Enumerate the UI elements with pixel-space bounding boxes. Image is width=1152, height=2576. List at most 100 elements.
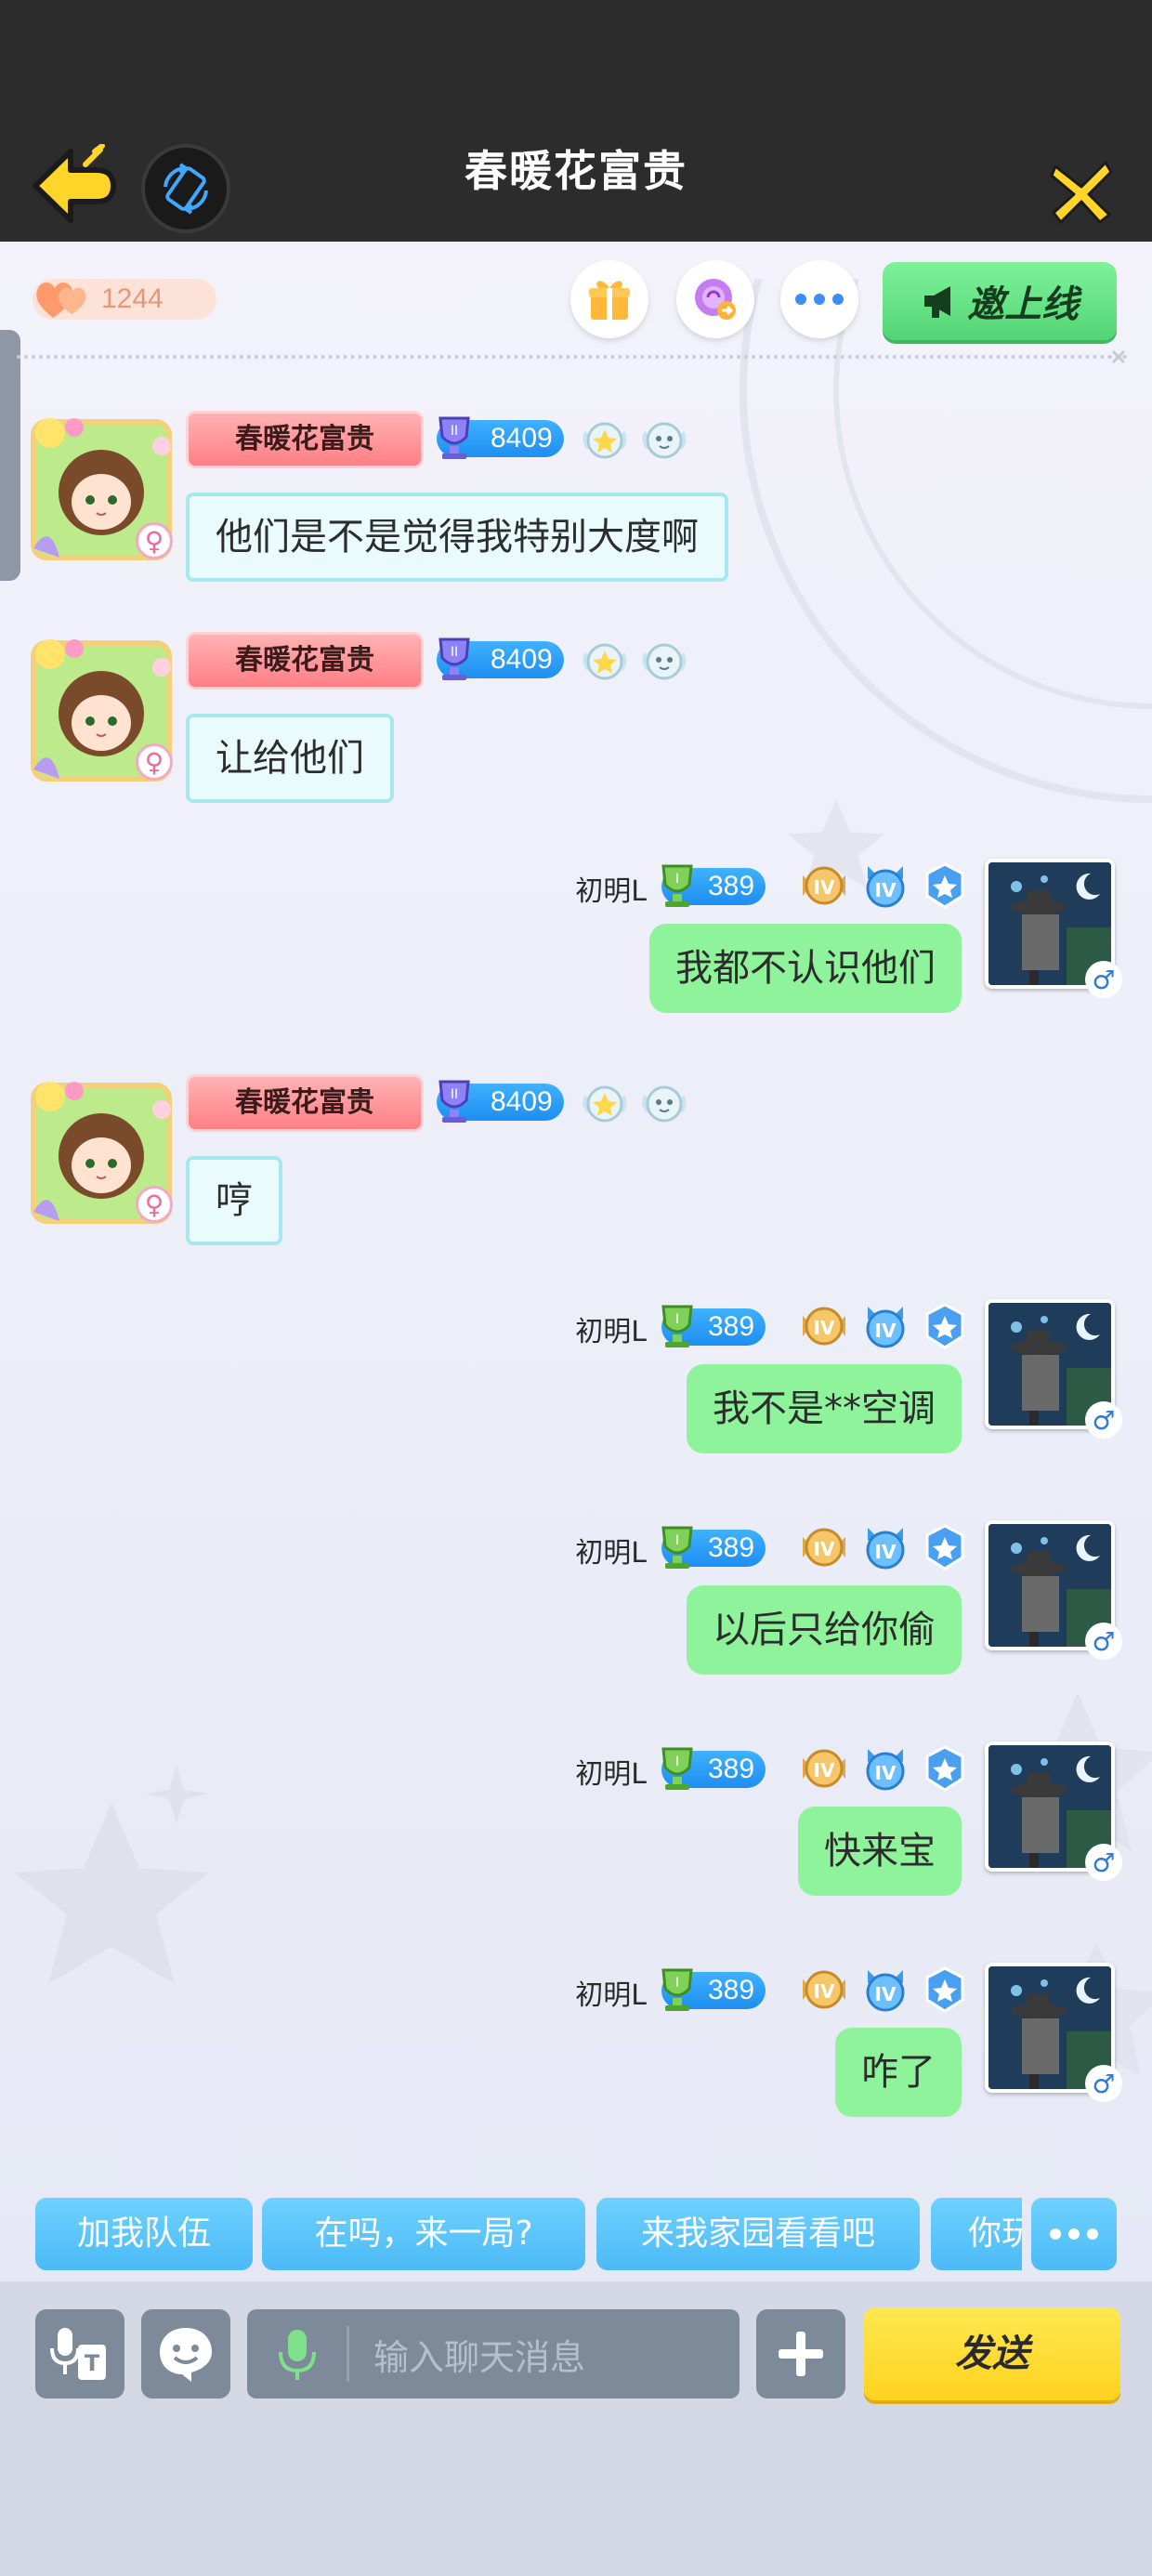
quick-reply-chip[interactable]: 加我队伍 xyxy=(35,2198,253,2270)
chat-area[interactable]: 1244 邀上线 ♀ 春暖花富贵 8409 II 他们是不是觉得我特别大度啊 ♀… xyxy=(0,242,1152,2281)
message-item: ♀ 春暖花富贵 II 8409 II 他们是不是觉得我特别大度啊 xyxy=(0,409,1152,595)
female-gender-badge: ♀ xyxy=(136,1186,173,1223)
trophy-icon: II xyxy=(429,634,479,684)
message-bubble[interactable]: 我不是**空调 xyxy=(687,1364,962,1453)
microphone-icon xyxy=(278,2330,316,2380)
svg-text:II: II xyxy=(451,424,458,439)
quick-reply-chip[interactable]: 你玩 xyxy=(931,2198,1022,2270)
trophy-icon: I xyxy=(652,1301,702,1351)
svg-text:IV: IV xyxy=(875,1983,897,2005)
svg-text:II: II xyxy=(451,1087,458,1102)
trophy-icon: II xyxy=(429,413,479,463)
sender-nameplate[interactable]: 春暖花富贵 xyxy=(186,632,424,690)
emoji-button[interactable] xyxy=(141,2309,230,2399)
message-bubble[interactable]: 咋了 xyxy=(835,2028,962,2117)
chat-message-input[interactable]: 输入聊天消息 xyxy=(247,2309,740,2399)
pet-badge-icon xyxy=(637,413,691,467)
close-icon xyxy=(1050,161,1113,224)
background-arcs-decoration xyxy=(740,279,1152,888)
guild-badge-icon xyxy=(918,1741,972,1795)
avatar[interactable]: ♀ xyxy=(22,630,180,788)
achievement-badge-icon xyxy=(578,1076,632,1130)
svg-text:T: T xyxy=(85,2350,100,2376)
more-quick-replies-button[interactable] xyxy=(1031,2198,1117,2270)
achievement-badge-icon xyxy=(578,413,632,467)
gift-icon xyxy=(589,281,630,320)
close-button[interactable] xyxy=(1044,153,1119,228)
quick-reply-chip[interactable]: 来我家园看看吧 xyxy=(596,2198,920,2270)
trophy-icon: I xyxy=(652,1743,702,1794)
message-bubble[interactable]: 快来宝 xyxy=(798,1807,962,1896)
svg-text:IV: IV xyxy=(814,1317,835,1339)
magic-orb-icon xyxy=(695,279,736,320)
rank-badge-blue-icon: IV xyxy=(858,1299,912,1353)
trophy-icon: II xyxy=(429,1076,479,1126)
megaphone-icon xyxy=(924,286,950,318)
sender-name[interactable]: 初明L xyxy=(520,1751,647,1792)
male-gender-badge: ♂ xyxy=(1085,961,1122,998)
message-item: 初明L 389 I IV IV 以后只给你偷 ♂ xyxy=(0,1520,1152,1706)
male-gender-badge: ♂ xyxy=(1085,1844,1122,1881)
ellipsis-icon xyxy=(795,294,844,305)
trophy-icon: I xyxy=(652,861,702,911)
voice-input-button[interactable] xyxy=(247,2326,349,2382)
male-gender-badge: ♂ xyxy=(1085,2065,1122,2102)
pet-badge-icon xyxy=(637,1076,691,1130)
message-bubble[interactable]: 他们是不是觉得我特别大度啊 xyxy=(186,493,728,582)
send-button[interactable]: 发送 xyxy=(864,2307,1120,2400)
svg-text:I: I xyxy=(675,1976,679,1991)
quick-reply-bar[interactable]: 加我队伍 在吗，来一局? 来我家园看看吧 你玩 xyxy=(35,2198,1022,2270)
svg-text:IV: IV xyxy=(814,1980,835,2003)
sender-name[interactable]: 初明L xyxy=(520,868,647,909)
sender-name[interactable]: 初明L xyxy=(520,1308,647,1349)
message-bubble[interactable]: 我都不认识他们 xyxy=(649,924,962,1013)
add-attachment-button[interactable] xyxy=(756,2309,845,2399)
guild-badge-icon xyxy=(918,1299,972,1353)
male-gender-badge: ♂ xyxy=(1085,1623,1122,1660)
svg-text:IV: IV xyxy=(875,879,897,901)
sender-name[interactable]: 初明L xyxy=(520,1530,647,1571)
guild-badge-icon xyxy=(918,859,972,913)
avatar[interactable]: ♀ xyxy=(22,1072,180,1230)
rank-badge-gold-icon: IV xyxy=(797,1741,851,1795)
rank-badge-gold-icon: IV xyxy=(797,1299,851,1353)
svg-text:I: I xyxy=(675,1755,679,1769)
more-options-button[interactable] xyxy=(780,260,858,338)
hearts-counter: 1244 xyxy=(33,279,216,320)
rank-badge-blue-icon: IV xyxy=(858,859,912,913)
sender-nameplate[interactable]: 春暖花富贵 xyxy=(186,411,424,468)
sender-name[interactable]: 初明L xyxy=(520,1972,647,2013)
theme-switch-button[interactable] xyxy=(676,260,754,338)
pet-badge-icon xyxy=(637,634,691,688)
svg-text:IV: IV xyxy=(814,1759,835,1781)
plus-icon xyxy=(779,2332,823,2376)
input-placeholder: 输入聊天消息 xyxy=(373,2336,586,2378)
ellipsis-icon xyxy=(1050,2228,1098,2240)
gift-button[interactable] xyxy=(570,260,648,338)
rank-badge-blue-icon: IV xyxy=(858,1520,912,1574)
message-bubble[interactable]: 以后只给你偷 xyxy=(687,1585,962,1675)
svg-text:IV: IV xyxy=(814,1538,835,1560)
rank-badge-blue-icon: IV xyxy=(858,1741,912,1795)
female-gender-badge: ♀ xyxy=(136,522,173,559)
voice-text-icon: T xyxy=(50,2328,106,2380)
rank-badge-gold-icon: IV xyxy=(797,1520,851,1574)
message-bubble[interactable]: 让给他们 xyxy=(186,714,394,803)
invite-online-button[interactable]: 邀上线 xyxy=(883,262,1117,340)
achievement-badge-icon xyxy=(578,634,632,688)
message-item: ♀ 春暖花富贵 8409 II 让给他们 xyxy=(0,630,1152,816)
rank-badge-gold-icon: IV xyxy=(797,859,851,913)
chat-title: 春暖花富贵 xyxy=(465,146,687,196)
quick-reply-chip[interactable]: 在吗，来一局? xyxy=(262,2198,585,2270)
svg-text:I: I xyxy=(675,872,679,887)
emoji-face-icon xyxy=(160,2328,212,2382)
rank-badge-gold-icon: IV xyxy=(797,1963,851,2017)
avatar[interactable]: ♀ xyxy=(22,409,180,567)
svg-text:I: I xyxy=(675,1533,679,1548)
rank-badge-blue-icon: IV xyxy=(858,1963,912,2017)
sender-nameplate[interactable]: 春暖花富贵 xyxy=(186,1074,424,1132)
voice-to-text-button[interactable]: T xyxy=(35,2309,124,2399)
message-bubble[interactable]: 哼 xyxy=(186,1156,282,1245)
svg-text:IV: IV xyxy=(814,876,835,899)
hearts-count: 1244 xyxy=(101,283,164,314)
